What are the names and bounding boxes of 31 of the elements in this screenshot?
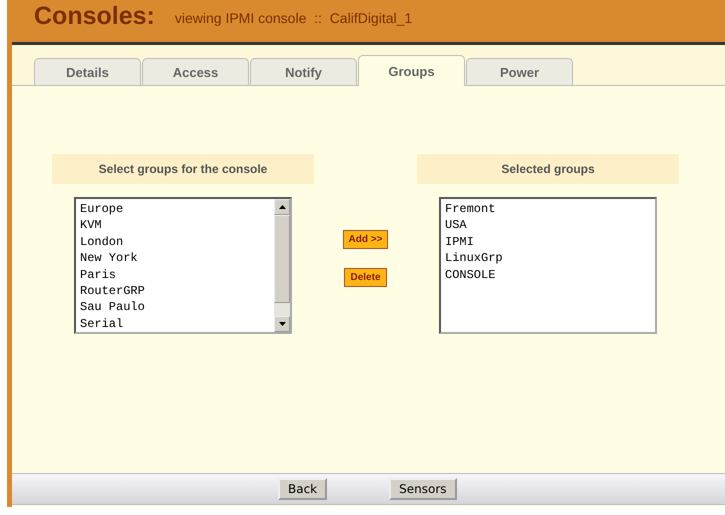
list-item[interactable]: Paris [80, 266, 270, 284]
page-title: Consoles: [34, 2, 155, 30]
list-item[interactable]: KVM [80, 217, 270, 234]
tab[interactable]: Notify [250, 58, 357, 85]
action-button[interactable]: Delete [344, 268, 386, 287]
list-item[interactable]: Serial [80, 316, 270, 332]
list-item[interactable]: RouterGRP [80, 283, 270, 300]
footer-button[interactable]: Back [278, 478, 328, 500]
list-item[interactable]: London [80, 234, 270, 250]
scrollbar[interactable] [274, 199, 290, 332]
list-item[interactable]: Sau Paulo [80, 299, 270, 316]
list-item[interactable]: Fremont [445, 201, 651, 218]
group-list[interactable]: Europe KVM London New York Paris RouterGRP Sau Paulo Serial [74, 197, 292, 334]
list-item[interactable]: Europe [80, 201, 270, 218]
list-item[interactable]: IPMI [445, 234, 651, 250]
tab[interactable]: Power [466, 58, 573, 85]
list-item[interactable]: New York [80, 250, 270, 267]
tab[interactable]: Access [142, 58, 249, 85]
tab[interactable]: Details [34, 58, 141, 85]
column-heading: Select groups for the console [52, 154, 314, 184]
action-button[interactable]: Add >> [342, 230, 388, 249]
group-list[interactable]: Fremont USA IPMI LinuxGrp CONSOLE [439, 197, 657, 334]
footer-button[interactable]: Sensors [389, 478, 457, 500]
column-heading: Selected groups [417, 154, 679, 184]
scroll-down-icon[interactable] [278, 322, 286, 326]
list-item[interactable]: USA [445, 217, 651, 234]
tab[interactable]: Groups [358, 55, 465, 86]
list-item[interactable]: LinuxGrp [445, 250, 651, 267]
page-subtitle: viewing IPMI console :: CalifDigital_1 [174, 10, 412, 26]
list-item[interactable]: CONSOLE [445, 266, 651, 284]
scroll-up-icon[interactable] [278, 205, 286, 209]
